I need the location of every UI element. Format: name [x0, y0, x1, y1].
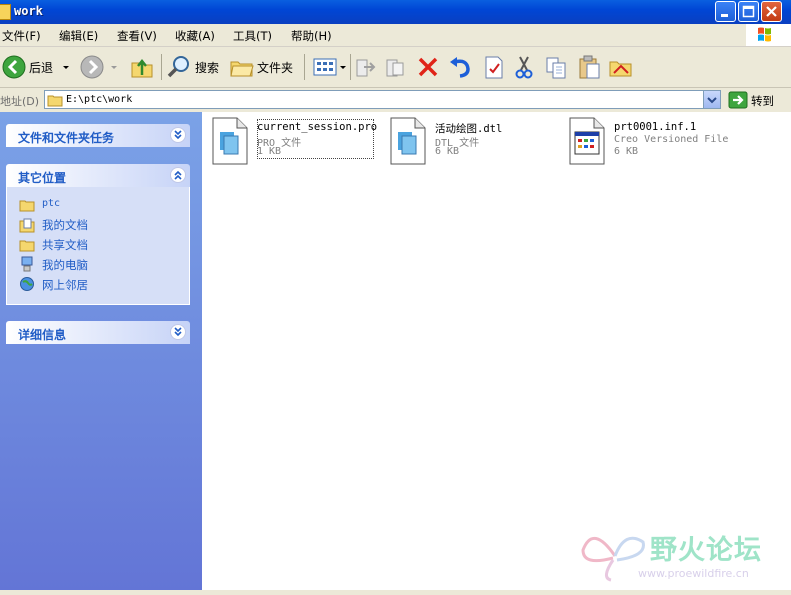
generic-file-icon — [212, 117, 248, 165]
collapse-button[interactable] — [170, 167, 186, 183]
menu-view[interactable]: 查看(V) — [117, 28, 157, 44]
file-size: 6 KB — [614, 146, 639, 157]
place-label: ptc — [42, 198, 61, 209]
address-label: 地址(D) — [0, 95, 40, 108]
folder-icon — [47, 95, 63, 107]
toolbar: 后退 搜索 文件夹 — [0, 47, 791, 88]
file-folder-tasks-title: 文件和文件夹任务 — [18, 131, 115, 145]
task-pane: 文件和文件夹任务 其它位置 ptc 我的文档 共享文档 我的电脑 网上邻居 详细… — [0, 112, 202, 590]
chevron-down-icon — [174, 130, 182, 140]
views-icon[interactable] — [312, 53, 348, 81]
file-item[interactable]: prt0001.inf.1 Creo Versioned File 6 KB — [559, 116, 729, 170]
expand-button[interactable] — [170, 324, 186, 340]
back-button-label[interactable]: 后退 — [29, 59, 53, 76]
maximize-icon — [742, 5, 755, 18]
maximize-button[interactable] — [738, 1, 759, 22]
chevron-down-icon — [174, 327, 182, 337]
folders-button-label[interactable]: 文件夹 — [257, 59, 293, 76]
cut-icon[interactable] — [512, 53, 536, 81]
forward-dropdown-icon[interactable] — [110, 53, 118, 81]
file-type: Creo Versioned File — [614, 134, 729, 145]
address-bar: 地址(D) E:\ptc\work 转到 — [0, 88, 791, 113]
expand-button[interactable] — [170, 127, 186, 143]
file-name: prt0001.inf.1 — [614, 121, 697, 133]
menu-tools[interactable]: 工具(T) — [233, 28, 272, 44]
menu-edit[interactable]: 编辑(E) — [59, 28, 98, 44]
windows-flag-icon — [758, 27, 771, 42]
other-places-list: ptc 我的文档 共享文档 我的电脑 网上邻居 — [6, 187, 190, 305]
place-label: 网上邻居 — [42, 278, 88, 292]
file-size: 6 KB — [435, 146, 460, 157]
other-places-title: 其它位置 — [18, 171, 67, 185]
my-computer-icon — [21, 256, 33, 272]
details-title: 详细信息 — [18, 328, 67, 342]
chevron-up-icon — [174, 170, 182, 180]
close-icon — [766, 6, 777, 17]
address-value: E:\ptc\work — [66, 94, 133, 105]
close-button[interactable] — [761, 1, 782, 22]
menu-help[interactable]: 帮助(H) — [291, 28, 332, 44]
back-icon[interactable] — [2, 53, 26, 81]
move-to-icon[interactable] — [354, 53, 378, 81]
undo-icon[interactable] — [447, 53, 473, 81]
address-input[interactable]: E:\ptc\work — [44, 90, 721, 109]
copy-to-icon[interactable] — [384, 53, 408, 81]
windows-logo — [746, 24, 791, 46]
application-file-icon — [569, 117, 605, 165]
file-folder-tasks-header[interactable]: 文件和文件夹任务 — [6, 124, 190, 147]
menu-favorites[interactable]: 收藏(A) — [175, 28, 215, 44]
folder-icon — [0, 4, 11, 20]
watermark: 野火论坛 www.proewildfire.cn — [580, 520, 790, 590]
chevron-down-icon — [707, 97, 717, 104]
search-button-label[interactable]: 搜索 — [195, 59, 219, 76]
menu-file[interactable]: 文件(F) — [2, 28, 41, 44]
delete-icon[interactable] — [416, 53, 440, 81]
menu-bar: 文件(F) 编辑(E) 查看(V) 收藏(A) 工具(T) 帮助(H) — [0, 24, 791, 47]
address-dropdown-button[interactable] — [703, 91, 720, 108]
file-item[interactable]: current_session.pro PRO 文件 1 KB — [202, 116, 377, 170]
folder-icon — [19, 240, 35, 252]
title-bar: work — [0, 0, 791, 24]
toolbar-separator — [304, 54, 305, 80]
place-label: 共享文档 — [42, 238, 88, 252]
details-header[interactable]: 详细信息 — [6, 321, 190, 344]
my-documents-icon — [19, 218, 35, 233]
place-label: 我的文档 — [42, 218, 88, 232]
paste-icon[interactable] — [577, 53, 603, 81]
folder-options-icon[interactable] — [608, 53, 634, 81]
toolbar-separator — [161, 54, 162, 80]
place-label: 我的电脑 — [42, 258, 88, 272]
back-dropdown-icon[interactable] — [61, 53, 71, 81]
up-folder-icon[interactable] — [129, 53, 155, 81]
network-places-icon — [20, 277, 34, 291]
window-title: work — [14, 4, 43, 18]
search-icon[interactable] — [166, 53, 192, 81]
other-places-header[interactable]: 其它位置 — [6, 164, 190, 187]
file-name: current_session.pro — [257, 121, 378, 133]
watermark-url: www.proewildfire.cn — [638, 567, 749, 580]
copy-icon[interactable] — [544, 53, 570, 81]
folder-icon — [19, 200, 35, 212]
status-edge — [0, 590, 791, 595]
generic-file-icon — [390, 117, 426, 165]
go-button-label[interactable]: 转到 — [751, 93, 774, 109]
folders-icon[interactable] — [229, 53, 255, 81]
toolbar-separator — [350, 54, 351, 80]
properties-icon[interactable] — [482, 53, 506, 81]
file-size: 1 KB — [257, 146, 282, 157]
minimize-button[interactable] — [715, 1, 736, 22]
watermark-text: 野火论坛 — [650, 535, 762, 566]
file-list[interactable]: current_session.pro PRO 文件 1 KB 活动绘图.dtl… — [202, 112, 791, 590]
file-item[interactable]: 活动绘图.dtl DTL 文件 6 KB — [380, 116, 550, 170]
minimize-icon — [721, 14, 728, 17]
go-arrow-icon[interactable] — [728, 91, 748, 109]
forward-icon[interactable] — [80, 53, 104, 81]
